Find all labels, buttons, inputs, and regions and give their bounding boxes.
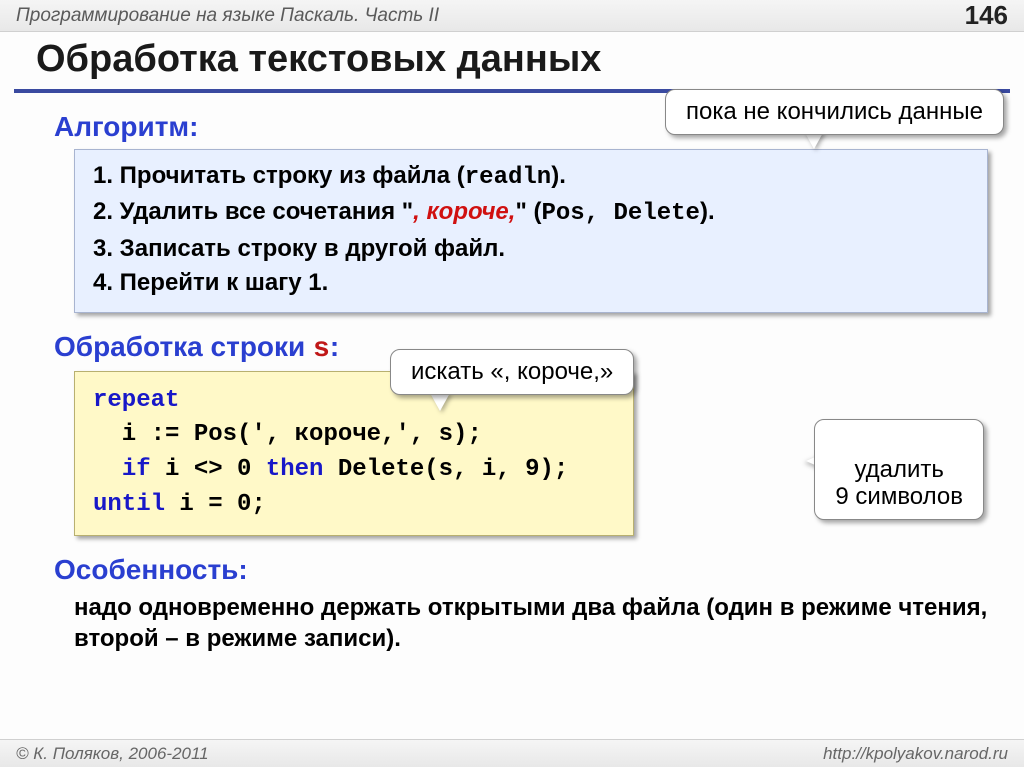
text: , <box>585 200 614 227</box>
callout-tail-icon <box>430 393 450 411</box>
code-inline: Pos <box>542 200 585 227</box>
text: Обработка строки <box>54 331 313 362</box>
text: 2. Удалить все сочетания " <box>93 198 413 225</box>
callout-loop-condition: пока не кончились данные <box>665 89 1004 135</box>
callout-delete: удалить 9 символов <box>814 419 984 520</box>
code-line: i := Pos(', короче,', s); <box>93 421 482 448</box>
keyword-then: then <box>266 456 324 483</box>
algo-step-1: 1. Прочитать строку из файла (readln). <box>93 160 969 194</box>
header-bar: Программирование на языке Паскаль. Часть… <box>0 0 1024 32</box>
keyword-until: until <box>93 491 165 518</box>
course-title: Программирование на языке Паскаль. Часть… <box>16 5 439 27</box>
text: : <box>330 331 339 362</box>
algo-step-4: 4. Перейти к шагу 1. <box>93 267 969 299</box>
code-inline: Delete <box>614 200 700 227</box>
section-feature-label: Особенность: <box>54 554 996 586</box>
algorithm-box: 1. Прочитать строку из файла (readln). 2… <box>74 149 988 313</box>
code-text: Delete(s, i, 9); <box>323 456 568 483</box>
callout-text: искать «, короче,» <box>411 358 613 385</box>
text: ). <box>551 162 566 189</box>
page-title: Обработка текстовых данных <box>36 38 996 81</box>
text: 1. Прочитать строку из файла ( <box>93 162 465 189</box>
footer-url: http://kpolyakov.narod.ru <box>823 744 1008 764</box>
page-number: 146 <box>965 0 1008 31</box>
callout-text: удалить 9 символов <box>835 456 963 511</box>
callout-text: пока не кончились данные <box>686 98 983 125</box>
keyword-if: if <box>122 456 151 483</box>
code-inline: readln <box>465 164 551 191</box>
callout-search: искать «, короче,» <box>390 349 634 395</box>
var-s: s <box>313 334 330 365</box>
emphasis-phrase: , короче, <box>413 198 515 225</box>
algo-step-2: 2. Удалить все сочетания ", короче," (Po… <box>93 196 969 230</box>
algo-step-3: 3. Записать строку в другой файл. <box>93 233 969 265</box>
content-area: пока не кончились данные Алгоритм: 1. Пр… <box>0 93 1024 654</box>
code-text: i = 0; <box>165 491 266 518</box>
footer-bar: © К. Поляков, 2006-2011 http://kpolyakov… <box>0 739 1024 767</box>
text: " ( <box>515 198 541 225</box>
code-box: repeat i := Pos(', короче,', s); if i <>… <box>74 371 634 536</box>
keyword-repeat: repeat <box>93 387 179 414</box>
feature-text: надо одновременно держать открытыми два … <box>74 592 996 654</box>
code-text: i <> 0 <box>151 456 266 483</box>
code-indent <box>93 456 122 483</box>
title-row: Обработка текстовых данных <box>0 32 1024 87</box>
text: ). <box>700 198 715 225</box>
copyright: © К. Поляков, 2006-2011 <box>16 744 209 764</box>
